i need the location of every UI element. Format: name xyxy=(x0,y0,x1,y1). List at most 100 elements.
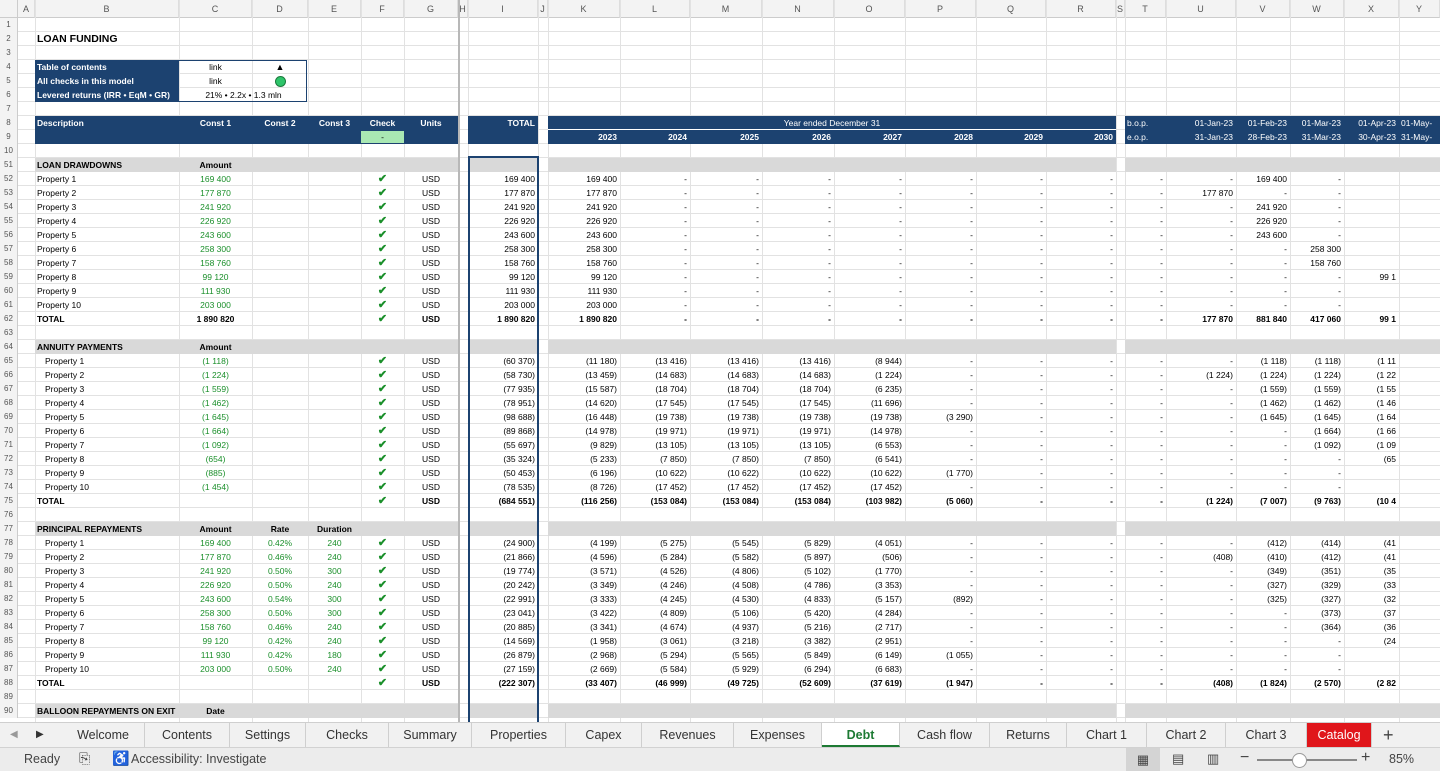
year-value[interactable]: - xyxy=(1046,284,1116,298)
row-label[interactable]: Property 10 xyxy=(35,662,179,676)
year-value[interactable]: (2 717) xyxy=(834,620,905,634)
year-value[interactable]: (5 582) xyxy=(690,550,762,564)
row-label[interactable]: Property 2 xyxy=(35,186,179,200)
month-value[interactable]: - xyxy=(1290,228,1344,242)
total-month-value[interactable]: 417 060 xyxy=(1290,312,1344,326)
normal-view-icon[interactable]: ▦ xyxy=(1126,748,1160,771)
year-value[interactable]: - xyxy=(905,634,976,648)
amount-value[interactable]: 177 870 xyxy=(179,186,252,200)
year-value[interactable]: - xyxy=(620,270,690,284)
year-value[interactable]: (1 770) xyxy=(905,466,976,480)
rate-value[interactable] xyxy=(252,452,308,466)
month-value[interactable]: - xyxy=(1125,606,1166,620)
total-year-value[interactable]: (46 999) xyxy=(620,676,690,690)
row-header[interactable]: 79 xyxy=(0,550,18,564)
month-value[interactable]: - xyxy=(1166,452,1236,466)
row-header[interactable]: 90 xyxy=(0,704,18,718)
year-value[interactable]: (5 929) xyxy=(690,662,762,676)
month-value[interactable]: (327) xyxy=(1236,578,1290,592)
rate-value[interactable] xyxy=(252,354,308,368)
year-value[interactable]: - xyxy=(976,284,1046,298)
month-value[interactable]: (1 118) xyxy=(1290,354,1344,368)
year-value[interactable]: - xyxy=(1046,536,1116,550)
year-value[interactable]: (13 105) xyxy=(620,438,690,452)
tab-chart-3[interactable]: Chart 3 xyxy=(1226,723,1307,747)
year-value[interactable]: - xyxy=(834,270,905,284)
rate-value[interactable] xyxy=(252,214,308,228)
duration-value[interactable] xyxy=(308,214,361,228)
row-header[interactable]: 87 xyxy=(0,662,18,676)
row-header[interactable]: 64 xyxy=(0,340,18,354)
year-value[interactable]: - xyxy=(1046,564,1116,578)
amount-value[interactable]: (1 224) xyxy=(179,368,252,382)
year-value[interactable]: (4 674) xyxy=(620,620,690,634)
month-value[interactable]: - xyxy=(1125,620,1166,634)
month-value[interactable]: (1 462) xyxy=(1290,396,1344,410)
month-value[interactable]: - xyxy=(1236,606,1290,620)
year-value[interactable]: (5 545) xyxy=(690,536,762,550)
month-value[interactable]: (1 66 xyxy=(1344,424,1399,438)
row-header[interactable]: 8 xyxy=(0,116,18,130)
row-header[interactable]: 65 xyxy=(0,354,18,368)
year-value[interactable]: - xyxy=(620,284,690,298)
amount-value[interactable]: (1 092) xyxy=(179,438,252,452)
row-label[interactable]: Property 7 xyxy=(35,438,179,452)
month-value[interactable]: 99 1 xyxy=(1344,270,1399,284)
year-value[interactable]: - xyxy=(976,466,1046,480)
month-value[interactable]: - xyxy=(1166,648,1236,662)
duration-value[interactable] xyxy=(308,200,361,214)
month-value[interactable]: - xyxy=(1166,620,1236,634)
year-value[interactable]: (1 224) xyxy=(834,368,905,382)
year-value[interactable]: 241 920 xyxy=(548,200,620,214)
year-value[interactable]: - xyxy=(1046,354,1116,368)
month-value[interactable]: (1 224) xyxy=(1236,368,1290,382)
month-value[interactable]: - xyxy=(1125,382,1166,396)
year-value[interactable]: - xyxy=(834,228,905,242)
column-header[interactable]: O xyxy=(834,0,905,18)
year-value[interactable]: (4 246) xyxy=(620,578,690,592)
month-value[interactable]: - xyxy=(1166,634,1236,648)
row-label[interactable]: Property 6 xyxy=(35,424,179,438)
row-header[interactable]: 70 xyxy=(0,424,18,438)
year-value[interactable]: 258 300 xyxy=(548,242,620,256)
month-value[interactable]: - xyxy=(1166,270,1236,284)
row-label[interactable]: Property 8 xyxy=(35,270,179,284)
year-value[interactable]: - xyxy=(620,228,690,242)
year-value[interactable]: (18 704) xyxy=(762,382,834,396)
month-value[interactable]: - xyxy=(1236,634,1290,648)
year-value[interactable]: (2 669) xyxy=(548,662,620,676)
row-header[interactable]: 88 xyxy=(0,676,18,690)
year-value[interactable]: - xyxy=(976,270,1046,284)
year-value[interactable]: (4 937) xyxy=(690,620,762,634)
tab-returns[interactable]: Returns xyxy=(990,723,1067,747)
year-value[interactable]: (1 958) xyxy=(548,634,620,648)
total-year-value[interactable]: - xyxy=(1046,676,1116,690)
year-value[interactable]: - xyxy=(834,298,905,312)
year-value[interactable]: - xyxy=(905,578,976,592)
month-value[interactable]: (1 118) xyxy=(1236,354,1290,368)
year-value[interactable]: (3 349) xyxy=(548,578,620,592)
year-value[interactable]: (11 180) xyxy=(548,354,620,368)
amount-value[interactable]: 203 000 xyxy=(179,298,252,312)
month-value[interactable]: - xyxy=(1290,270,1344,284)
year-value[interactable]: 158 760 xyxy=(548,256,620,270)
year-value[interactable]: - xyxy=(1046,480,1116,494)
month-value[interactable]: - xyxy=(1236,438,1290,452)
row-header[interactable]: 10 xyxy=(0,144,18,158)
duration-value[interactable]: 240 xyxy=(308,634,361,648)
amount-value[interactable]: 158 760 xyxy=(179,256,252,270)
year-value[interactable]: - xyxy=(690,214,762,228)
month-value[interactable]: (364) xyxy=(1290,620,1344,634)
month-value[interactable]: - xyxy=(1125,410,1166,424)
month-value[interactable]: - xyxy=(1125,368,1166,382)
year-value[interactable]: - xyxy=(905,172,976,186)
month-value[interactable]: - xyxy=(1125,270,1166,284)
duration-value[interactable]: 240 xyxy=(308,662,361,676)
month-value[interactable]: - xyxy=(1166,578,1236,592)
year-value[interactable]: - xyxy=(1046,410,1116,424)
rate-value[interactable]: 0.50% xyxy=(252,606,308,620)
year-value[interactable]: - xyxy=(762,186,834,200)
year-value[interactable]: - xyxy=(690,242,762,256)
year-value[interactable]: (5 849) xyxy=(762,648,834,662)
total-month-value[interactable]: (2 570) xyxy=(1290,676,1344,690)
